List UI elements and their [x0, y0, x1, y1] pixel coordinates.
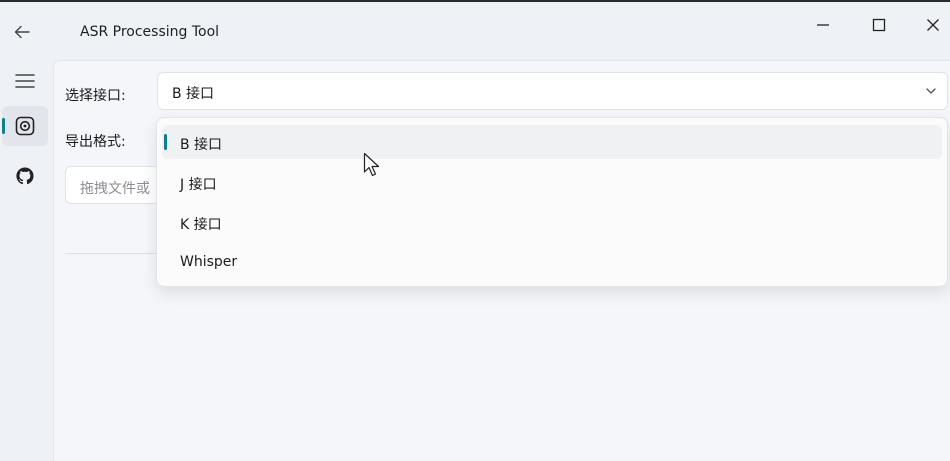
dropdown-option[interactable]: K 接口 [162, 205, 942, 239]
close-icon [927, 19, 939, 31]
interface-select[interactable]: B 接口 [157, 72, 948, 110]
menu-toggle-button[interactable] [2, 61, 48, 101]
dropdown-option-label: Whisper [180, 254, 238, 270]
active-indicator [2, 118, 5, 134]
sidebar-item-asr[interactable] [2, 106, 48, 146]
sidebar-nav [0, 56, 52, 461]
minimize-button[interactable] [800, 12, 846, 38]
export-format-label: 导出格式: [65, 134, 126, 150]
interface-select-value: B 接口 [172, 86, 215, 102]
dropdown-option[interactable]: B 接口 [162, 125, 942, 159]
sidebar-item-github[interactable] [2, 156, 48, 196]
dropdown-option-label: J 接口 [180, 177, 217, 193]
dropdown-option-label: K 接口 [180, 217, 222, 233]
dropdown-option-label: B 接口 [180, 137, 223, 153]
maximize-button[interactable] [856, 12, 902, 38]
arrow-left-icon [14, 25, 30, 39]
file-drop-placeholder: 拖拽文件或 [80, 181, 150, 197]
close-button[interactable] [910, 12, 950, 38]
interface-dropdown-list: B 接口 J 接口 K 接口 Whisper [156, 117, 948, 287]
chevron-down-icon [926, 88, 936, 94]
title-bar: ASR Processing Tool [0, 0, 950, 56]
back-button[interactable] [10, 20, 34, 44]
selected-indicator [164, 134, 167, 150]
github-icon [16, 167, 34, 185]
dropdown-option[interactable]: J 接口 [162, 165, 942, 199]
minimize-icon [817, 24, 829, 26]
hamburger-menu-icon [15, 74, 35, 88]
maximize-icon [872, 18, 886, 32]
mouse-cursor-icon [363, 152, 380, 177]
target-icon [15, 116, 35, 136]
app-title: ASR Processing Tool [80, 24, 220, 40]
interface-label: 选择接口: [65, 88, 126, 104]
dropdown-option[interactable]: Whisper [162, 245, 942, 279]
